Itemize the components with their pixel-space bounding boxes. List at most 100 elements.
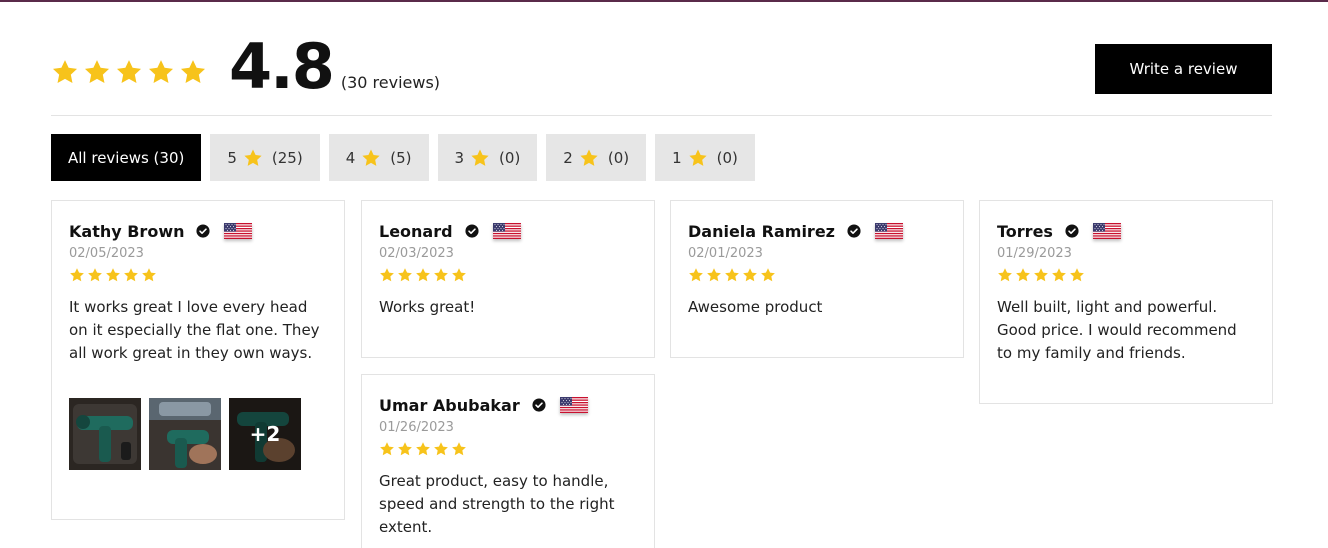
filter-all-reviews[interactable]: All reviews (30) xyxy=(51,134,202,181)
divider xyxy=(51,115,1272,116)
filter-5-stars[interactable]: 5 (25) xyxy=(210,134,320,181)
star-icon xyxy=(433,267,449,283)
star-icon xyxy=(1015,267,1031,283)
average-rating: 4.8 xyxy=(229,30,335,103)
star-icon xyxy=(115,58,143,86)
star-icon xyxy=(87,267,103,283)
filter-star-count: 5 xyxy=(227,148,237,167)
star-icon xyxy=(451,441,467,457)
verified-check-icon xyxy=(847,224,861,238)
star-icon xyxy=(397,267,413,283)
star-icon xyxy=(379,267,395,283)
review-stars xyxy=(379,267,637,283)
reviewer-row: Leonard xyxy=(379,221,637,241)
star-icon xyxy=(361,148,381,168)
filter-count: (0) xyxy=(499,148,521,167)
review-text: Awesome product xyxy=(688,298,823,316)
review-text: Well built, light and powerful. Good pri… xyxy=(997,298,1237,362)
massage-gun-photo xyxy=(149,398,221,470)
star-icon xyxy=(760,267,776,283)
us-flag-icon xyxy=(560,397,588,413)
write-review-button[interactable]: Write a review xyxy=(1095,44,1272,94)
review-card: Leonard 02/03/2023 Works great! xyxy=(361,200,655,358)
review-card: Umar Abubakar 01/26/2023 Great product, … xyxy=(361,374,655,548)
filter-label: All reviews (30) xyxy=(68,148,185,167)
review-card: Torres 01/29/2023 Well built, light and … xyxy=(979,200,1273,404)
more-photos-count: +2 xyxy=(229,398,301,470)
star-icon xyxy=(433,441,449,457)
summary-stars xyxy=(51,58,207,86)
verified-check-icon xyxy=(532,398,546,412)
filter-count: (0) xyxy=(607,148,630,167)
reviewer-row: Torres xyxy=(997,221,1255,241)
review-photo[interactable] xyxy=(69,398,141,470)
review-text: It works great I love every head on it e… xyxy=(69,298,320,362)
reviewer-name: Torres xyxy=(997,221,1053,241)
filter-1-star[interactable]: 1 (0) xyxy=(655,134,755,181)
star-icon xyxy=(379,441,395,457)
star-icon xyxy=(742,267,758,283)
top-border xyxy=(0,0,1328,2)
star-icon xyxy=(579,148,599,168)
star-icon xyxy=(470,148,490,168)
star-icon xyxy=(706,267,722,283)
review-stars xyxy=(688,267,946,283)
review-card: Kathy Brown 02/05/2023 It works great I … xyxy=(51,200,345,520)
star-icon xyxy=(83,58,111,86)
star-icon xyxy=(397,441,413,457)
star-icon xyxy=(1033,267,1049,283)
review-stars xyxy=(379,441,637,457)
reviewer-row: Kathy Brown xyxy=(69,221,327,241)
review-count: (30 reviews) xyxy=(340,73,441,92)
review-date: 01/26/2023 xyxy=(379,420,454,435)
filter-3-stars[interactable]: 3 (0) xyxy=(437,134,538,181)
rating-filters: All reviews (30) 5 (25) 4 (5) 3 (0) 2 (0… xyxy=(51,134,755,181)
star-icon xyxy=(69,267,85,283)
star-icon xyxy=(415,441,431,457)
filter-star-count: 2 xyxy=(563,148,573,167)
review-date: 02/05/2023 xyxy=(69,246,144,261)
reviewer-name: Daniela Ramirez xyxy=(688,221,835,241)
review-text: Great product, easy to handle, speed and… xyxy=(379,472,615,536)
filter-2-stars[interactable]: 2 (0) xyxy=(546,134,647,181)
reviewer-row: Daniela Ramirez xyxy=(688,221,946,241)
star-icon xyxy=(243,148,263,168)
us-flag-icon xyxy=(224,223,252,239)
verified-check-icon xyxy=(196,224,210,238)
review-date: 01/29/2023 xyxy=(997,246,1072,261)
star-icon xyxy=(1051,267,1067,283)
review-photos: +2 xyxy=(69,398,327,470)
star-icon xyxy=(1069,267,1085,283)
reviewer-name: Kathy Brown xyxy=(69,221,185,241)
verified-check-icon xyxy=(1065,224,1079,238)
star-icon xyxy=(147,58,175,86)
filter-count: (0) xyxy=(716,148,738,167)
filter-4-stars[interactable]: 4 (5) xyxy=(328,134,429,181)
review-photo-more[interactable]: +2 xyxy=(229,398,301,470)
star-icon xyxy=(51,58,79,86)
star-icon xyxy=(688,148,708,168)
us-flag-icon xyxy=(493,223,521,239)
us-flag-icon xyxy=(875,223,903,239)
review-photo[interactable] xyxy=(149,398,221,470)
star-icon xyxy=(179,58,207,86)
us-flag-icon xyxy=(1093,223,1121,239)
star-icon xyxy=(105,267,121,283)
review-text: Works great! xyxy=(379,298,476,316)
star-icon xyxy=(688,267,704,283)
review-date: 02/01/2023 xyxy=(688,246,763,261)
filter-star-count: 3 xyxy=(454,148,465,167)
rating-summary: 4.8 (30 reviews) xyxy=(51,36,440,98)
filter-star-count: 4 xyxy=(345,148,356,167)
reviewer-name: Umar Abubakar xyxy=(379,395,520,415)
filter-star-count: 1 xyxy=(672,148,682,167)
filter-count: (25) xyxy=(271,148,303,167)
verified-check-icon xyxy=(465,224,479,238)
review-stars xyxy=(997,267,1255,283)
star-icon xyxy=(415,267,431,283)
star-icon xyxy=(123,267,139,283)
star-icon xyxy=(997,267,1013,283)
massage-gun-photo xyxy=(69,398,141,470)
filter-count: (5) xyxy=(390,148,412,167)
star-icon xyxy=(141,267,157,283)
